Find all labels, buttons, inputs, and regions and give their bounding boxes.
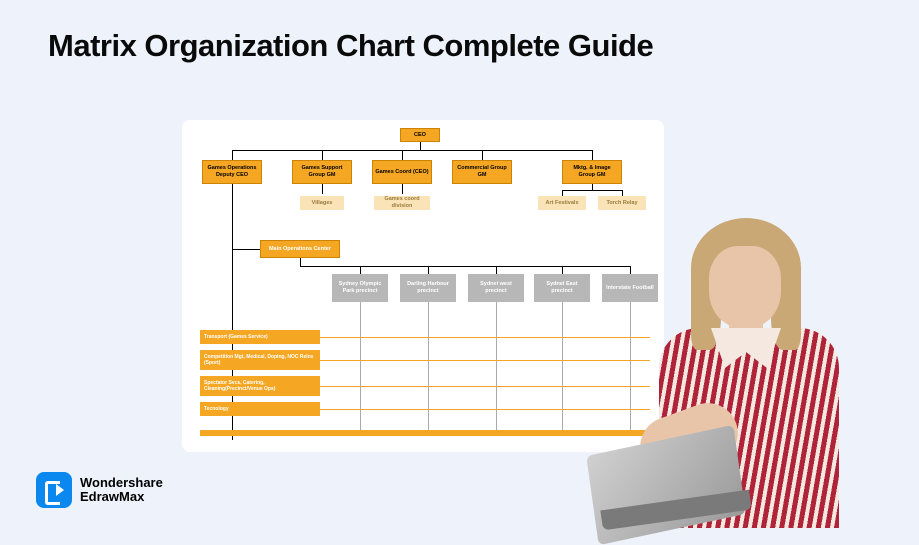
brand-line-1: Wondershare xyxy=(80,476,163,490)
connector xyxy=(232,184,233,240)
connector xyxy=(360,266,361,274)
connector xyxy=(592,150,593,160)
node-sub-2: Art Festivals xyxy=(538,196,586,210)
matrix-row-1: Competition Mgt, Medical, Doping, NOC Re… xyxy=(200,350,320,370)
matrix-line xyxy=(320,386,650,387)
page-title: Matrix Organization Chart Complete Guide xyxy=(0,0,919,64)
node-precinct-0: Sydney Olympic Park precinct xyxy=(332,274,388,302)
node-div-1: Games Support Group GM xyxy=(292,160,352,184)
connector xyxy=(300,258,301,266)
node-div-0: Games Operations Deputy CEO xyxy=(202,160,262,184)
connector xyxy=(402,184,403,194)
node-sub-1: Games coord division xyxy=(374,196,430,210)
org-chart-card: CEO Games Operations Deputy CEO Games Su… xyxy=(182,120,664,452)
edrawmax-icon xyxy=(36,472,72,508)
grid-line xyxy=(562,302,563,430)
node-precinct-2: Sydnei west precinct xyxy=(468,274,524,302)
grid-line xyxy=(428,302,429,430)
connector xyxy=(232,150,233,160)
node-precinct-1: Darling Harbour precinct xyxy=(400,274,456,302)
connector xyxy=(496,266,497,274)
connector xyxy=(232,150,592,151)
node-precinct-3: Sydnei East precinct xyxy=(534,274,590,302)
connector xyxy=(482,150,483,160)
node-div-3: Commercial Group GM xyxy=(452,160,512,184)
matrix-line xyxy=(320,360,650,361)
grid-line xyxy=(496,302,497,430)
connector xyxy=(322,150,323,160)
person-illustration xyxy=(611,210,871,530)
brand-text: Wondershare EdrawMax xyxy=(80,476,163,505)
matrix-row-0: Transport (Games Service) xyxy=(200,330,320,344)
connector xyxy=(232,249,260,250)
connector xyxy=(428,266,429,274)
connector xyxy=(420,142,421,150)
matrix-line xyxy=(320,337,650,338)
connector xyxy=(562,190,622,191)
connector xyxy=(402,150,403,160)
brand-line-2: EdrawMax xyxy=(80,490,163,504)
matrix-bottom-bar xyxy=(200,430,650,436)
grid-line xyxy=(360,302,361,430)
node-sub-0: Villages xyxy=(300,196,344,210)
node-ceo: CEO xyxy=(400,128,440,142)
brand-logo: Wondershare EdrawMax xyxy=(36,472,163,508)
connector xyxy=(300,266,630,267)
node-main-center: Main Operations Center xyxy=(260,240,340,258)
connector xyxy=(562,266,563,274)
node-div-4: Mktg. & Image Group GM xyxy=(562,160,622,184)
matrix-row-3: Tecnology xyxy=(200,402,320,416)
node-div-2: Games Coord (CEO) xyxy=(372,160,432,184)
matrix-row-2: Spectator Svcs, Catering, Cleaning(Preci… xyxy=(200,376,320,396)
node-sub-3: Torch Relay xyxy=(598,196,646,210)
connector xyxy=(322,184,323,194)
matrix-line xyxy=(320,409,650,410)
